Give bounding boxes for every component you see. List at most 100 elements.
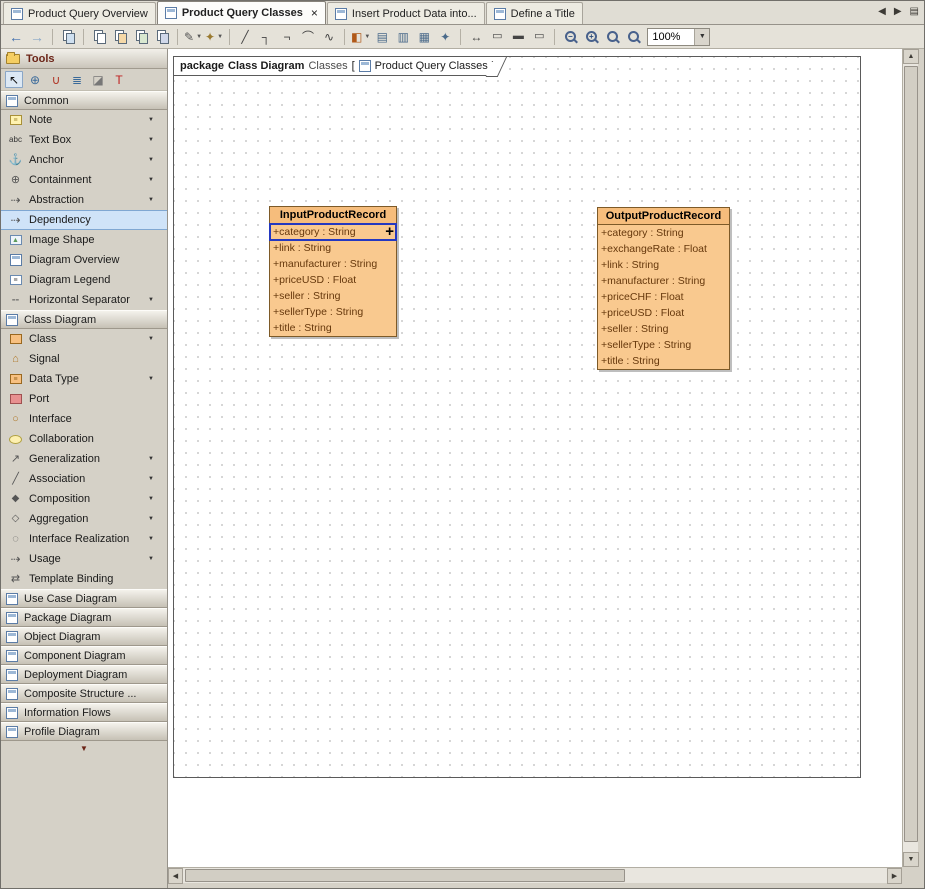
- section-object-diagram[interactable]: Object Diagram: [1, 627, 167, 646]
- straight-connector-icon[interactable]: ╱: [235, 27, 255, 47]
- dropdown-arrow-icon[interactable]: ▼: [148, 137, 154, 143]
- arc-connector-icon[interactable]: ⌒: [298, 27, 318, 47]
- scroll-down-icon[interactable]: ▼: [903, 852, 919, 867]
- dropdown-arrow-icon[interactable]: ▼: [364, 34, 370, 40]
- palette-item-interface[interactable]: ○Interface: [1, 409, 167, 429]
- class-attribute[interactable]: +title : String: [598, 353, 729, 369]
- class-inputproductrecord[interactable]: InputProductRecord+category : String++li…: [269, 206, 397, 337]
- prev-tab-icon[interactable]: ◀: [878, 6, 886, 17]
- class-attribute[interactable]: +exchangeRate : Float: [598, 241, 729, 257]
- section-information-flows[interactable]: Information Flows: [1, 703, 167, 722]
- tab-insert-product-data-into[interactable]: Insert Product Data into...: [327, 2, 485, 24]
- format-painter-icon[interactable]: ◧▼: [350, 27, 371, 47]
- palette-item-text-box[interactable]: abcText Box▼: [1, 130, 167, 150]
- section-use-case-diagram[interactable]: Use Case Diagram: [1, 589, 167, 608]
- curve-connector-icon[interactable]: ∿: [319, 27, 339, 47]
- zoom-fit-icon[interactable]: [623, 27, 643, 47]
- class-attribute[interactable]: +seller : String: [270, 288, 396, 304]
- palette-item-class[interactable]: Class▼: [1, 329, 167, 349]
- palette-item-association[interactable]: ╱Association▼: [1, 469, 167, 489]
- class-attribute[interactable]: +sellerType : String: [270, 304, 396, 320]
- section-package-diagram[interactable]: Package Diagram: [1, 608, 167, 627]
- tab-list-icon[interactable]: ▤: [910, 6, 919, 17]
- same-size-icon[interactable]: ↔: [466, 27, 486, 47]
- section-component-diagram[interactable]: Component Diagram: [1, 646, 167, 665]
- class-outputproductrecord[interactable]: OutputProductRecord+category : String+ex…: [597, 207, 730, 370]
- dropdown-arrow-icon[interactable]: ▼: [148, 516, 154, 522]
- horizontal-scroll-thumb[interactable]: [185, 869, 625, 882]
- class-attribute[interactable]: +category : String: [598, 225, 729, 241]
- dropdown-arrow-icon[interactable]: ▼: [148, 177, 154, 183]
- class-attribute[interactable]: +link : String: [598, 257, 729, 273]
- tools-panel-header[interactable]: Tools: [1, 49, 167, 69]
- fit-height-icon[interactable]: ▬: [508, 27, 528, 47]
- dropdown-arrow-icon[interactable]: ▼: [148, 336, 154, 342]
- zoom-reset-icon[interactable]: [602, 27, 622, 47]
- text-tool-icon[interactable]: T: [110, 71, 128, 88]
- dropdown-arrow-icon[interactable]: ▼: [148, 376, 154, 382]
- zoom-dropdown-icon[interactable]: ▼: [694, 29, 709, 45]
- palette-item-signal[interactable]: ⌂Signal: [1, 349, 167, 369]
- section-profile-diagram[interactable]: Profile Diagram: [1, 722, 167, 741]
- align-shapes-icon[interactable]: ▤: [372, 27, 392, 47]
- palette-item-data-type[interactable]: ≡Data Type▼: [1, 369, 167, 389]
- palette-item-note[interactable]: ≡Note▼: [1, 110, 167, 130]
- diagram-viewport[interactable]: package Class Diagram Classes [ Product …: [168, 49, 902, 867]
- diagram-paper[interactable]: package Class Diagram Classes [ Product …: [173, 56, 861, 778]
- palette-item-abstraction[interactable]: ⇢Abstraction▼: [1, 190, 167, 210]
- dropdown-arrow-icon[interactable]: ▼: [148, 496, 154, 502]
- tab-define-a-title[interactable]: Define a Title: [486, 2, 583, 24]
- class-attribute[interactable]: +category : String+: [270, 224, 396, 240]
- oblique-connector-icon[interactable]: ¬: [277, 27, 297, 47]
- pencil-tool-icon[interactable]: ✎▼: [183, 27, 203, 47]
- align-guide-icon[interactable]: ≣: [68, 71, 86, 88]
- scroll-left-icon[interactable]: ◀: [168, 868, 183, 884]
- back-icon[interactable]: ←: [6, 27, 26, 47]
- horizontal-scrollbar[interactable]: ◀ ▶: [168, 867, 902, 883]
- tab-product-query-classes[interactable]: Product Query Classes×: [157, 1, 326, 24]
- dropdown-arrow-icon[interactable]: ▼: [148, 476, 154, 482]
- palette-item-diagram-legend[interactable]: ≡Diagram Legend: [1, 270, 167, 290]
- tab-close-icon[interactable]: ×: [311, 8, 318, 18]
- palette-item-usage[interactable]: ⇢Usage▼: [1, 549, 167, 569]
- class-attribute[interactable]: +manufacturer : String: [598, 273, 729, 289]
- class-attribute[interactable]: +priceCHF : Float: [598, 289, 729, 305]
- palette-item-template-binding[interactable]: ⇄Template Binding: [1, 569, 167, 589]
- dropdown-arrow-icon[interactable]: ▼: [196, 34, 202, 40]
- vertical-scroll-thumb[interactable]: [904, 66, 918, 842]
- resource-catalog-icon[interactable]: ⊕: [26, 71, 44, 88]
- palette-item-generalization[interactable]: ↗Generalization▼: [1, 449, 167, 469]
- palette-item-interface-realization[interactable]: ◌Interface Realization▼: [1, 529, 167, 549]
- palette-item-aggregation[interactable]: ◇Aggregation▼: [1, 509, 167, 529]
- dropdown-arrow-icon[interactable]: ▼: [148, 157, 154, 163]
- class-attribute[interactable]: +priceUSD : Float: [270, 272, 396, 288]
- vertical-scrollbar[interactable]: ▲ ▼: [902, 49, 918, 867]
- rectilinear-connector-icon[interactable]: ┐: [256, 27, 276, 47]
- class-attribute[interactable]: +seller : String: [598, 321, 729, 337]
- sweeper-tool-icon[interactable]: ✦▼: [204, 27, 224, 47]
- scroll-up-icon[interactable]: ▲: [903, 49, 919, 64]
- move-handle-icon[interactable]: +: [385, 224, 394, 239]
- forward-icon[interactable]: →: [27, 27, 47, 47]
- group-shapes-icon[interactable]: ▦: [414, 27, 434, 47]
- auto-fit-icon[interactable]: ▭: [529, 27, 549, 47]
- format-eraser-icon[interactable]: ◪: [89, 71, 107, 88]
- section-deployment-diagram[interactable]: Deployment Diagram: [1, 665, 167, 684]
- distribute-shapes-icon[interactable]: ▥: [393, 27, 413, 47]
- clean-diagram-icon[interactable]: ✦: [435, 27, 455, 47]
- palette-item-horizontal-separator[interactable]: ╌Horizontal Separator▼: [1, 290, 167, 310]
- paste-icon[interactable]: [110, 27, 130, 47]
- copy-icon[interactable]: [89, 27, 109, 47]
- model-explorer-icon[interactable]: [58, 27, 78, 47]
- copy-style-icon[interactable]: [152, 27, 172, 47]
- palette-item-dependency[interactable]: ⇢Dependency: [1, 210, 167, 230]
- palette-item-anchor[interactable]: ⚓Anchor▼: [1, 150, 167, 170]
- dropdown-arrow-icon[interactable]: ▼: [148, 117, 154, 123]
- zoom-level-input[interactable]: [648, 31, 694, 43]
- palette-item-diagram-overview[interactable]: Diagram Overview: [1, 250, 167, 270]
- palette-item-port[interactable]: Port: [1, 389, 167, 409]
- palette-item-composition[interactable]: ◆Composition▼: [1, 489, 167, 509]
- class-attribute[interactable]: +priceUSD : Float: [598, 305, 729, 321]
- section-class-diagram[interactable]: Class Diagram: [1, 310, 167, 329]
- dropdown-arrow-icon[interactable]: ▼: [148, 456, 154, 462]
